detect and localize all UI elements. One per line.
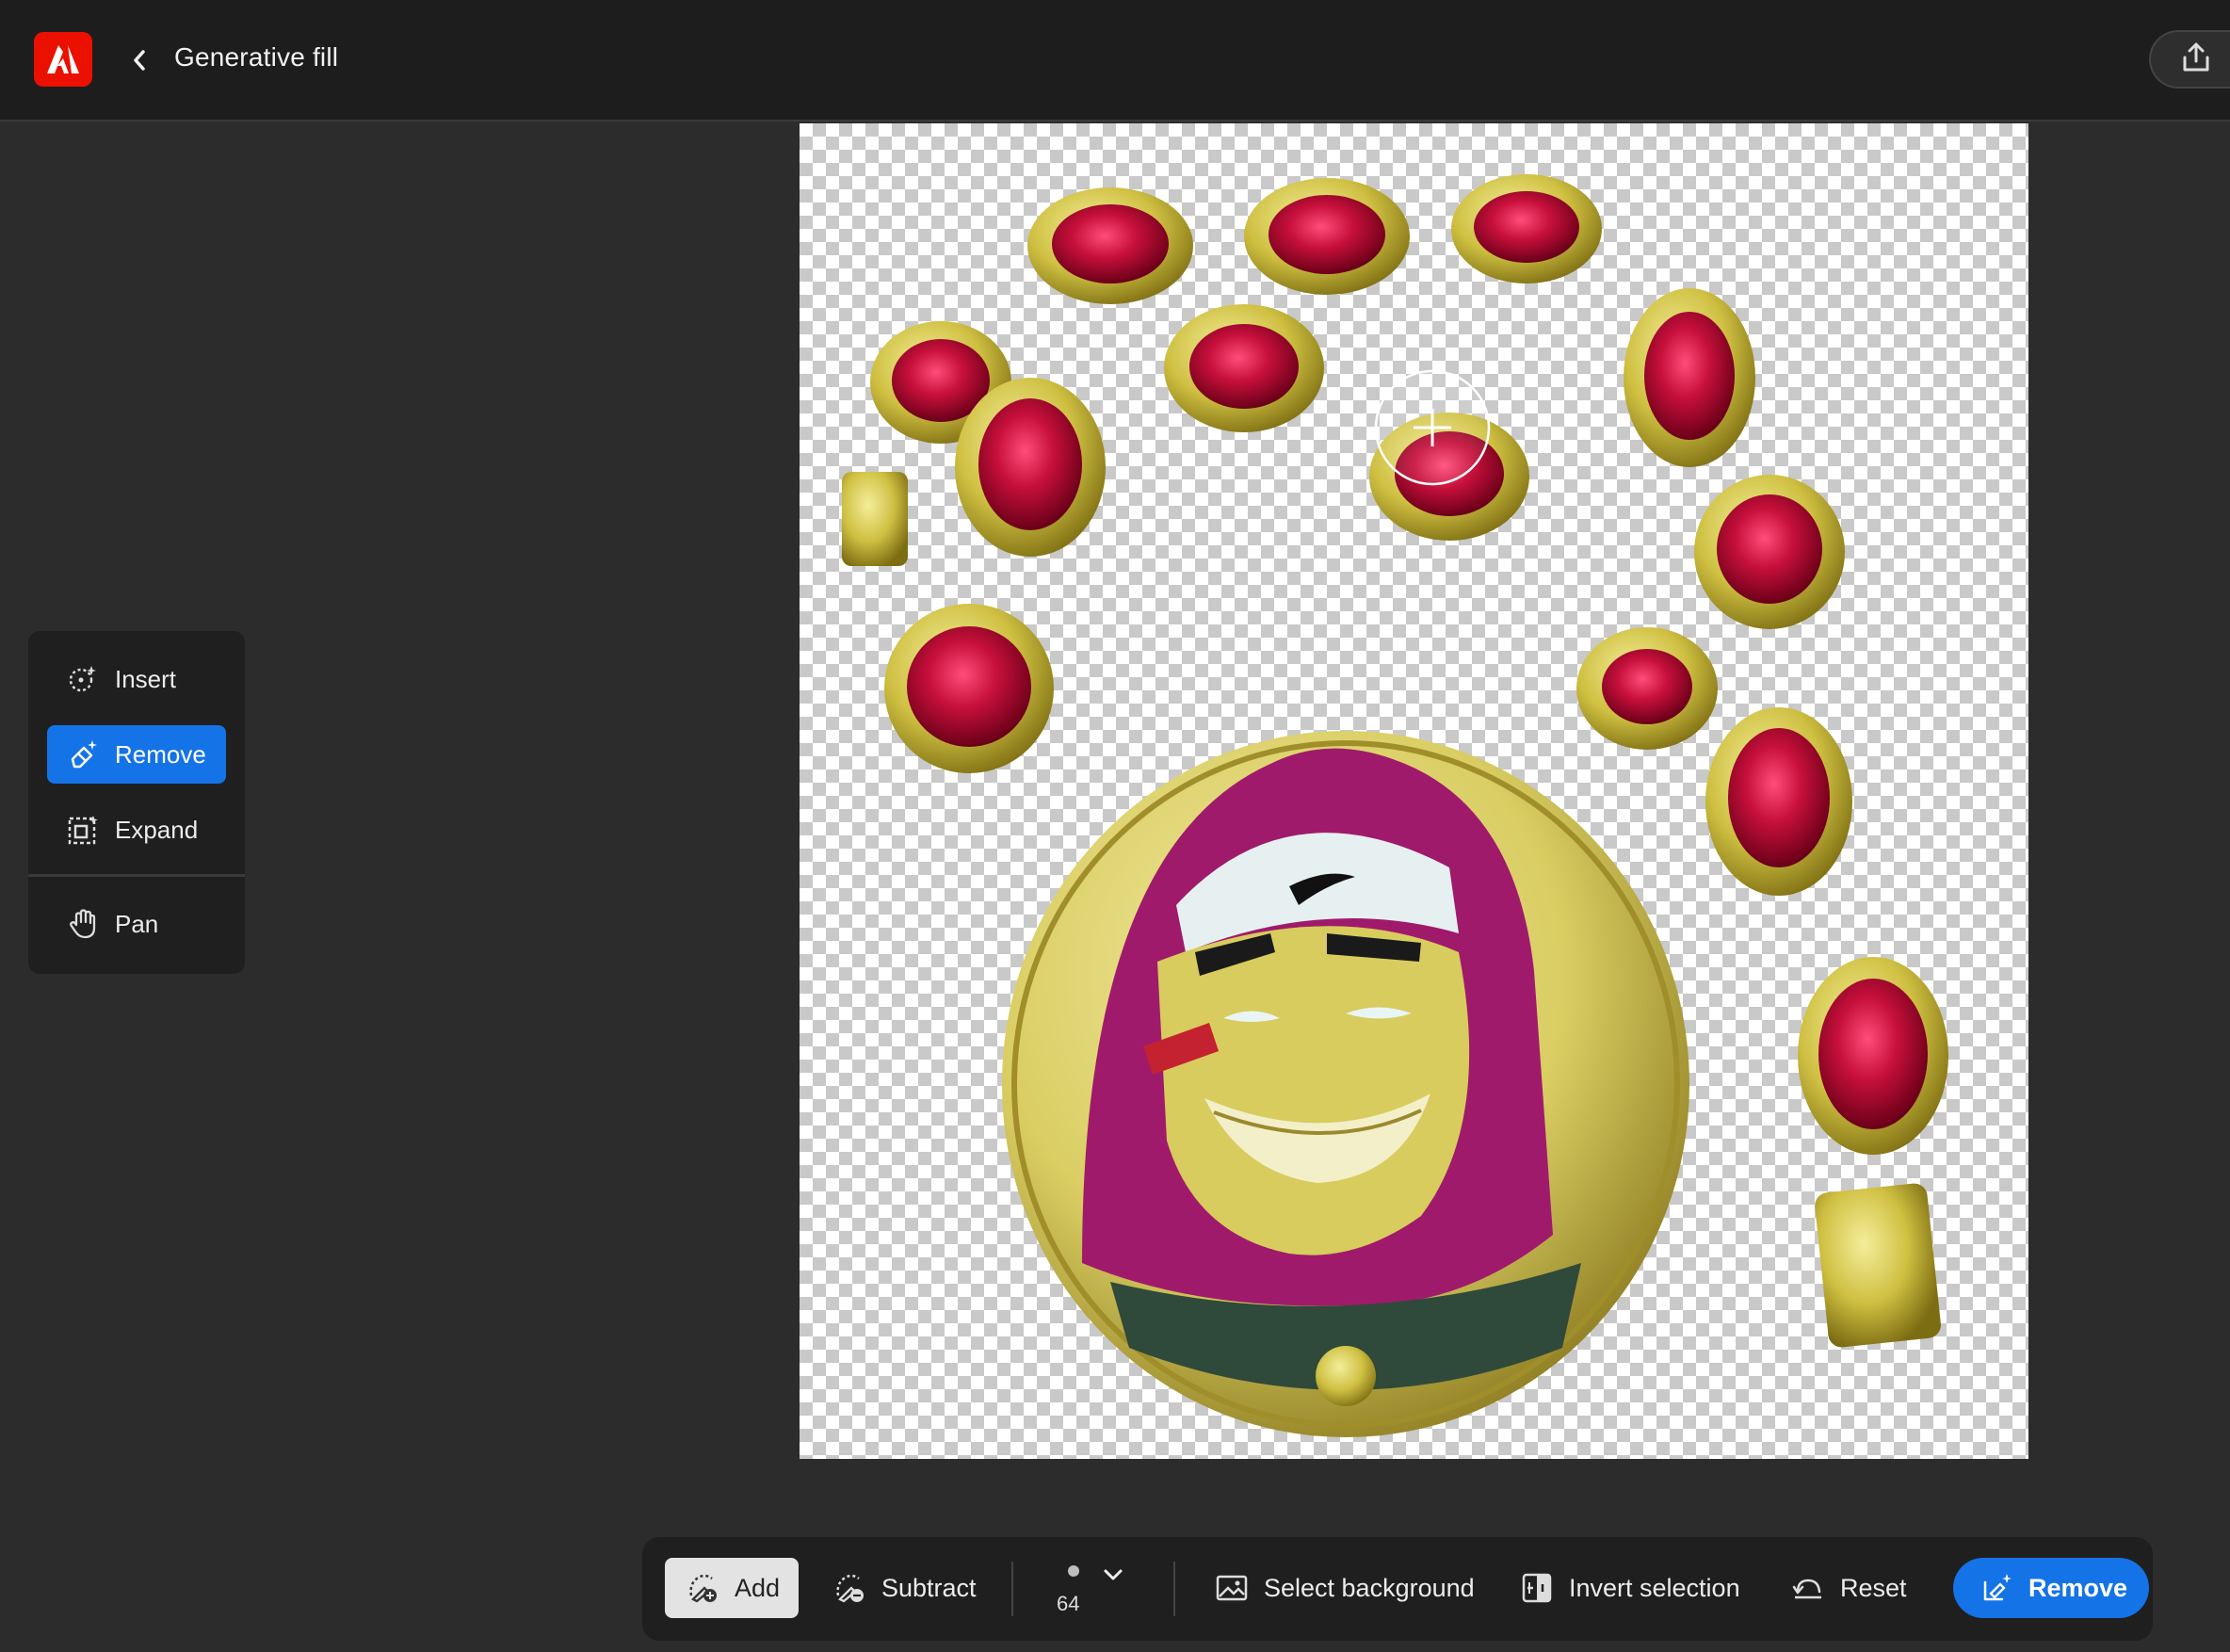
pan-hand-icon xyxy=(66,907,100,941)
insert-icon xyxy=(66,662,100,696)
reset-undo-icon xyxy=(1789,1569,1827,1607)
selection-toolbar: Add Subtract 64 Select background Invert… xyxy=(642,1537,2153,1641)
page-title: Generative fill xyxy=(174,42,339,72)
app-window: Generative fill Insert Remove Expand Pan… xyxy=(0,0,2230,1652)
reset-label: Reset xyxy=(1840,1573,1907,1602)
subtract-brush-icon xyxy=(831,1569,868,1607)
top-bar: Generative fill xyxy=(0,0,2230,121)
tool-insert[interactable]: Insert xyxy=(47,650,226,708)
back-chevron-icon[interactable] xyxy=(121,41,158,79)
tool-insert-label: Insert xyxy=(115,664,177,693)
bracelet-pendant-image xyxy=(842,174,1948,1437)
brush-size-value: 64 xyxy=(1057,1592,1080,1615)
tool-expand-label: Expand xyxy=(115,815,199,844)
brush-cursor-icon xyxy=(1374,369,1491,486)
subtract-label: Subtract xyxy=(881,1573,977,1602)
toolbar-divider xyxy=(1011,1562,1013,1616)
select-background-button[interactable]: Select background xyxy=(1213,1558,1475,1618)
remove-eraser-icon xyxy=(66,737,100,771)
image-canvas[interactable] xyxy=(800,123,2028,1459)
share-icon xyxy=(2179,40,2213,79)
tool-expand[interactable]: Expand xyxy=(47,801,226,859)
invert-selection-label: Invert selection xyxy=(1569,1573,1740,1602)
select-background-label: Select background xyxy=(1264,1573,1475,1602)
tool-remove-label: Remove xyxy=(115,739,206,769)
brush-size-dot-icon xyxy=(1068,1565,1079,1577)
subtract-button[interactable]: Subtract xyxy=(831,1558,977,1618)
add-label: Add xyxy=(735,1573,781,1602)
expand-icon xyxy=(66,813,100,847)
pendant-coin xyxy=(1002,731,1689,1437)
toolbar-divider xyxy=(1173,1562,1175,1616)
remove-button[interactable]: Remove xyxy=(1953,1558,2149,1618)
add-brush-icon xyxy=(684,1569,721,1607)
image-icon xyxy=(1213,1569,1251,1607)
adobe-logo-icon[interactable] xyxy=(34,32,92,87)
tool-pan[interactable]: Pan xyxy=(47,895,226,953)
tool-divider xyxy=(28,874,245,877)
chevron-down-icon xyxy=(1102,1567,1124,1587)
brush-size-dropdown[interactable]: 64 xyxy=(1045,1554,1124,1624)
tool-remove[interactable]: Remove xyxy=(47,725,226,784)
invert-selection-icon xyxy=(1518,1569,1556,1607)
share-button[interactable] xyxy=(2149,30,2230,89)
remove-label: Remove xyxy=(2028,1573,2128,1602)
invert-selection-button[interactable]: Invert selection xyxy=(1518,1558,1740,1618)
tool-pan-label: Pan xyxy=(115,909,159,938)
reset-button[interactable]: Reset xyxy=(1789,1558,1907,1618)
remove-sparkle-icon xyxy=(1978,1569,2015,1607)
tool-panel: Insert Remove Expand Pan xyxy=(28,631,245,974)
add-button[interactable]: Add xyxy=(665,1558,799,1618)
